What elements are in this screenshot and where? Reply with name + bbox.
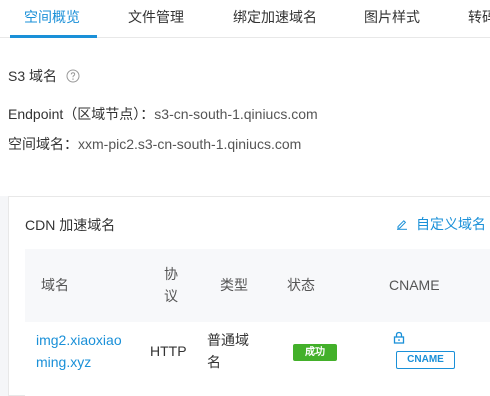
column-header-domain: 域名: [41, 277, 69, 293]
cname-button[interactable]: CNAME: [396, 351, 455, 369]
status-badge: 成功: [293, 344, 337, 361]
type-value-line2: 名: [207, 354, 221, 370]
endpoint-value: s3-cn-south-1.qiniucs.com: [154, 106, 318, 122]
custom-domain-label: 自定义域名: [416, 216, 486, 232]
protocol-value: HTTP: [150, 343, 187, 359]
question-circle-icon[interactable]: [66, 69, 80, 83]
table-row: img2.xiaoxiao ming.xyz HTTP 普通域 名 成功 CNA…: [25, 322, 490, 396]
domain-link-line1[interactable]: img2.xiaoxiao: [36, 329, 122, 351]
space-domain-value: xxm-pic2.s3-cn-south-1.qiniucs.com: [78, 136, 302, 152]
s3-domain-heading: S3 域名: [8, 66, 80, 86]
lock-icon: [393, 331, 405, 344]
column-header-status: 状态: [287, 277, 315, 293]
tab-transcode[interactable]: 转码: [468, 0, 490, 38]
space-domain-label: 空间域名：: [8, 136, 78, 152]
tab-bind-cdn-domain[interactable]: 绑定加速域名: [233, 0, 317, 38]
edit-pencil-icon: [397, 220, 407, 230]
column-header-cname: CNAME: [389, 277, 440, 293]
tab-space-overview[interactable]: 空间概览: [24, 0, 80, 38]
column-header-protocol-line1: 协: [164, 266, 178, 282]
space-domain-line: 空间域名：xxm-pic2.s3-cn-south-1.qiniucs.com: [8, 134, 301, 154]
cdn-domain-card: CDN 加速域名 自定义域名 域名 协 议 类型 状态 CNAME img2.x…: [8, 196, 490, 396]
endpoint-label: Endpoint（区域节点）：: [8, 106, 155, 122]
endpoint-line: Endpoint（区域节点）：s3-cn-south-1.qiniucs.com: [8, 104, 318, 124]
tab-file-management[interactable]: 文件管理: [128, 0, 184, 38]
tab-bar: 空间概览 文件管理 绑定加速域名 图片样式 转码: [0, 0, 490, 38]
domain-link-line2[interactable]: ming.xyz: [36, 351, 91, 373]
cdn-domain-title: CDN 加速域名: [25, 217, 116, 233]
table-header: 域名 协 议 类型 状态 CNAME: [25, 249, 490, 322]
column-header-type: 类型: [220, 277, 248, 293]
custom-domain-link[interactable]: 自定义域名: [396, 214, 486, 234]
s3-domain-section: S3 域名 Endpoint（区域节点）：s3-cn-south-1.qiniu…: [0, 38, 490, 196]
tab-image-styles[interactable]: 图片样式: [364, 0, 420, 38]
column-header-protocol-line2: 议: [164, 288, 178, 304]
type-value-line1: 普通域: [207, 332, 249, 348]
s3-domain-title: S3 域名: [8, 68, 58, 84]
